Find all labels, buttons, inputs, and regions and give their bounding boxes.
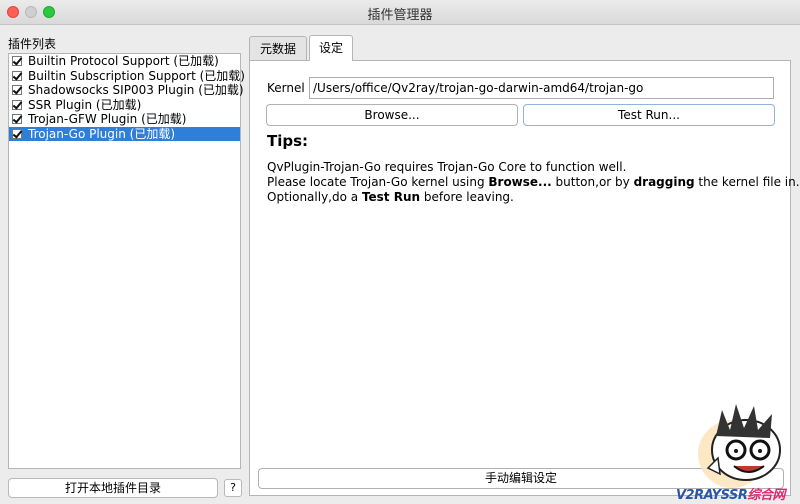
plugin-label: Shadowsocks SIP003 Plugin (已加载) <box>28 83 244 97</box>
tips-bold: Test Run <box>361 190 421 204</box>
kernel-label: Kernel <box>267 81 305 95</box>
tips-line-2: Please locate Trojan-Go kernel using Bro… <box>267 175 800 190</box>
plugin-checkbox[interactable] <box>12 114 22 125</box>
plugin-checkbox[interactable] <box>12 128 22 139</box>
tips-text: Optionally,do a <box>267 190 362 204</box>
watermark-brand: V2RAYSSR综合网 <box>676 484 785 503</box>
plugin-list-heading: 插件列表 <box>8 37 57 51</box>
plugin-checkbox[interactable] <box>12 99 22 110</box>
kernel-path-input[interactable]: /Users/office/Qv2ray/trojan-go-darwin-am… <box>309 77 774 99</box>
plugin-label: Builtin Subscription Support (已加载) <box>28 68 245 83</box>
browse-button[interactable]: Browse... <box>266 104 518 126</box>
test-run-button[interactable]: Test Run... <box>523 104 775 126</box>
plugin-list[interactable]: Builtin Protocol Support (已加载) Builtin S… <box>8 53 245 469</box>
plugin-item-builtin-protocol[interactable]: Builtin Protocol Support (已加载) <box>9 54 240 69</box>
plugin-label: Builtin Protocol Support (已加载) <box>28 54 219 68</box>
open-plugin-dir-button[interactable]: 打开本地插件目录 <box>8 478 218 498</box>
plugin-item-trojan-gfw[interactable]: Trojan-GFW Plugin (已加载) <box>9 112 240 127</box>
plugin-item-ssr[interactable]: SSR Plugin (已加载) <box>9 98 240 113</box>
tips-text: before leaving. <box>420 190 514 204</box>
tips-line-1: QvPlugin-Trojan-Go requires Trojan-Go Co… <box>267 160 627 174</box>
tab-settings[interactable]: 设定 <box>309 35 353 61</box>
tips-text: button,or by <box>551 175 634 189</box>
tips-bold: dragging <box>633 175 695 189</box>
plugin-label: Trojan-GFW Plugin (已加载) <box>28 112 187 126</box>
tab-metadata[interactable]: 元数据 <box>249 36 307 60</box>
plugin-item-shadowsocks-sip003[interactable]: Shadowsocks SIP003 Plugin (已加载) <box>9 83 244 98</box>
tips-body: QvPlugin-Trojan-Go requires Trojan-Go Co… <box>267 160 800 205</box>
plugin-label: SSR Plugin (已加载) <box>28 97 142 112</box>
plugin-item-builtin-subscription[interactable]: Builtin Subscription Support (已加载) <box>9 69 245 84</box>
watermark-brand-suffix: 综合网 <box>747 488 785 503</box>
plugin-checkbox[interactable] <box>12 85 22 96</box>
plugin-checkbox[interactable] <box>12 56 22 67</box>
tips-bold: Browse... <box>488 175 552 189</box>
tips-line-3: Optionally,do a Test Run before leaving. <box>267 190 800 205</box>
help-button[interactable]: ? <box>224 479 242 497</box>
window-title: 插件管理器 <box>367 8 433 23</box>
plugin-checkbox[interactable] <box>12 70 22 81</box>
tips-text: Please locate Trojan-Go kernel using <box>267 175 489 189</box>
tips-title: Tips: <box>267 132 309 150</box>
title-bar: 插件管理器 <box>0 0 800 25</box>
plugin-item-trojan-go[interactable]: Trojan-Go Plugin (已加载) <box>9 126 240 141</box>
tips-text: the kernel file in. <box>694 175 800 189</box>
watermark-brand-text: V2RAYSSR <box>676 488 748 503</box>
plugin-label: Trojan-Go Plugin (已加载) <box>28 126 176 141</box>
